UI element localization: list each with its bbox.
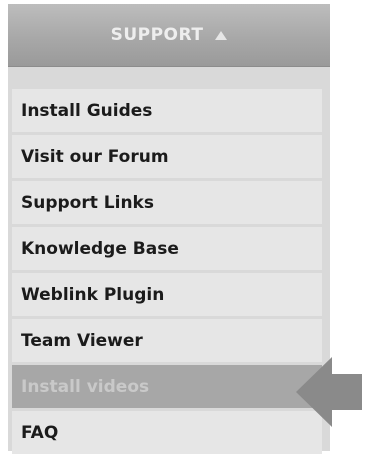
menu-item-install-guides[interactable]: Install Guides (12, 89, 322, 132)
menu-item-knowledge-base[interactable]: Knowledge Base (12, 227, 322, 270)
menu-item-support-links[interactable]: Support Links (12, 181, 322, 224)
support-header-label: SUPPORT (110, 25, 204, 45)
support-menu: Install Guides Visit our Forum Support L… (12, 89, 322, 457)
menu-item-team-viewer[interactable]: Team Viewer (12, 319, 322, 362)
menu-item-weblink-plugin[interactable]: Weblink Plugin (12, 273, 322, 316)
menu-item-install-videos[interactable]: Install videos (12, 365, 322, 408)
support-header[interactable]: SUPPORT (8, 4, 330, 67)
menu-item-faq[interactable]: FAQ (12, 411, 322, 454)
menu-item-visit-forum[interactable]: Visit our Forum (12, 135, 322, 178)
left-arrow-icon (296, 357, 362, 427)
caret-up-icon (215, 30, 228, 40)
